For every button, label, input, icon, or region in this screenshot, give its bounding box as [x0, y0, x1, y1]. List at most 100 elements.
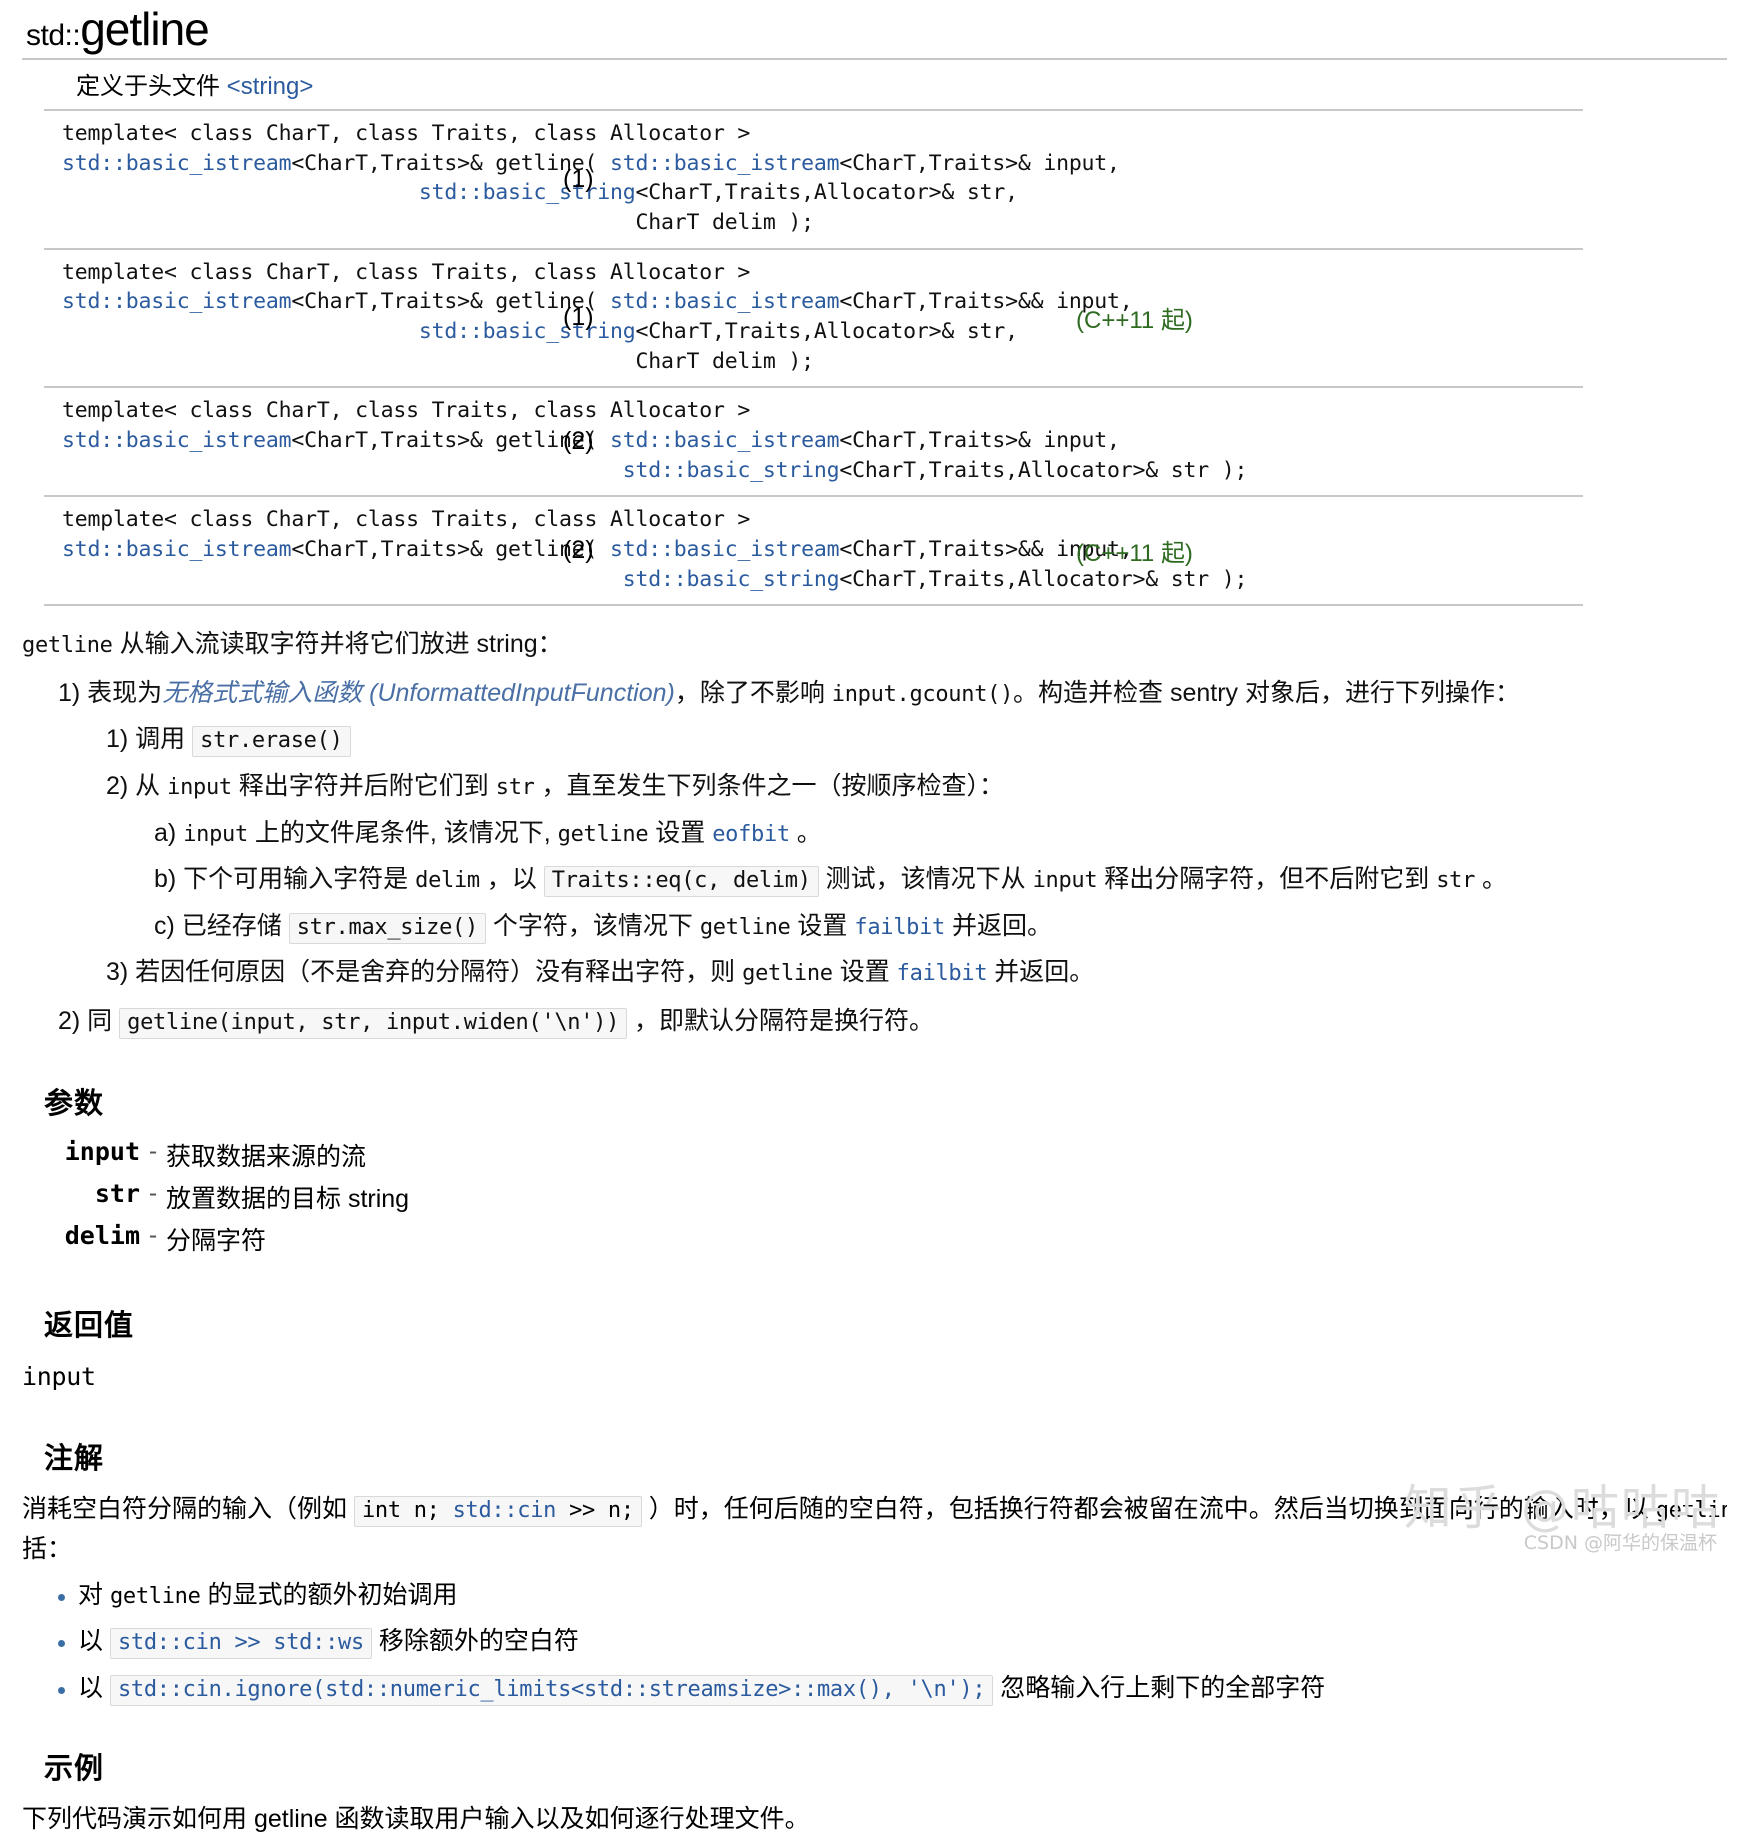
str-max-size-code: str.max_size() [288, 912, 486, 944]
item1-suffix: 。构造并检查 sentry 对象后，进行下列操作： [1013, 678, 1521, 707]
return-value-heading: 返回值 [44, 1309, 135, 1342]
decl-template-line: template< class CharT, class Traits, cla… [62, 121, 751, 146]
description-item-1-1: 1) 调用 str.erase() [106, 723, 1727, 758]
parameters-table: input - 获取数据来源的流 str - 放置数据的目标 string de… [22, 1134, 409, 1260]
decl-template-line: template< class CharT, class Traits, cla… [62, 259, 751, 285]
description-item-3: 3) 若因任何原因（不是舍弃的分隔符）没有释出字符，则 getline 设置 f… [106, 956, 1727, 989]
item-b-input: input [1032, 868, 1098, 894]
decl-template-line: template< class CharT, class Traits, cla… [62, 507, 751, 533]
item1-2-str: str [495, 774, 535, 800]
csdn-watermark: CSDN @阿华的保温杯 [1523, 1532, 1717, 1554]
list-item: 对 getline 的显式的额外初始调用 [58, 1580, 1727, 1610]
failbit-link[interactable]: failbit [854, 915, 945, 940]
param-dash: - [148, 1220, 158, 1249]
decl-return-type-link[interactable]: std::basic_istream [62, 151, 292, 176]
param-description: 放置数据的目标 string [166, 1184, 410, 1213]
list-item: 以 std::cin >> std::ws 移除额外的空白符 [58, 1626, 1727, 1660]
intro-text: 从输入流读取字符并将它们放进 string： [112, 630, 563, 659]
declaration-signature: template< class CharT, class Traits, cla… [44, 248, 1133, 389]
bullet-2-tail: 忽略输入行上剩下的全部字符 [993, 1673, 1326, 1702]
header-file-link[interactable]: <string> [227, 73, 314, 100]
decl-arg2-tail: <CharT,Traits,Allocator>& str, [635, 318, 1019, 344]
decl-arg2-tail: <CharT,Traits,Allocator>& str ); [839, 566, 1248, 592]
item-c-getline: getline [699, 914, 791, 940]
std-cin-ws-code: std::cin >> std::ws [109, 1628, 372, 1660]
description-item-2: 2) 同 getline(input, str, input.widen('\n… [58, 1005, 1727, 1039]
param-description: 分隔字符 [166, 1226, 267, 1255]
item-b-str: str [1436, 868, 1476, 894]
bullet-1-tail: 移除额外的空白符 [371, 1627, 579, 1656]
int-cin-code: int n; std::cin >> n; [353, 1496, 642, 1527]
unformatted-input-function-link[interactable]: 无格式式输入函数 (UnformattedInputFunction) [162, 679, 675, 707]
item-a-mid2: 设置 [648, 818, 713, 847]
example-heading: 示例 [44, 1753, 105, 1786]
traits-eq-code: Traits::eq(c, delim) [543, 866, 819, 898]
item3-getline: getline [742, 961, 833, 987]
item1-2-suffix: ，直至发生下列条件之一（按顺序检查）： [534, 771, 1005, 800]
bullet-1-prefix: 以 [78, 1627, 110, 1656]
page-root: std::getline 定义于头文件 <string> template< c… [0, 0, 1749, 1833]
notes-para-prefix: 消耗空白符分隔的输入（例如 [22, 1495, 354, 1524]
item1-2-input: input [167, 774, 232, 800]
item3-mid: 设置 [832, 958, 897, 987]
bullet-0-mono: getline [109, 1584, 201, 1610]
str-erase-code: str.erase() [192, 726, 351, 758]
decl-template-line: template< class CharT, class Traits, cla… [62, 398, 751, 424]
declaration-row: template< class CharT, class Traits, cla… [44, 248, 1583, 389]
declaration-since [1070, 110, 1583, 250]
decl-arg2-type-link[interactable]: std::basic_string [623, 567, 840, 592]
parameters-heading: 参数 [44, 1087, 105, 1120]
declaration-signature: template< class CharT, class Traits, cla… [44, 387, 1247, 498]
failbit-link[interactable]: failbit [897, 961, 988, 986]
decl-arg1-type-link[interactable]: std::basic_istream [610, 428, 840, 453]
table-row: input - 获取数据来源的流 [22, 1134, 409, 1176]
page-title: std::getline [22, 0, 1727, 52]
description-section: getline 从输入流读取字符并将它们放进 string： 1) 表现为无格式… [22, 628, 1727, 1039]
item1-prefix: 1) 表现为 [58, 678, 163, 707]
getline-widen-code: getline(input, str, input.widen('\n')) [119, 1007, 628, 1039]
item-b-prefix: b) 下个可用输入字符是 [154, 865, 416, 894]
defined-in-header: 定义于头文件 <string> [44, 60, 1583, 111]
decl-return-type-link[interactable]: std::basic_istream [62, 428, 292, 453]
list-item: 以 std::cin.ignore(std::numeric_limits<st… [58, 1673, 1727, 1706]
decl-arg1-type-link[interactable]: std::basic_istream [610, 537, 840, 562]
decl-arg2-type-link[interactable]: std::basic_string [419, 319, 636, 344]
item-b-delim: delim [415, 868, 480, 894]
param-dash: - [148, 1178, 158, 1207]
declaration-header-row: 定义于头文件 <string> [44, 60, 1583, 111]
item-a-prefix: a) [154, 818, 184, 847]
declaration-row: template< class CharT, class Traits, cla… [44, 110, 1583, 250]
decl-arg3: CharT delim ); [635, 209, 814, 235]
param-name: str [94, 1178, 140, 1208]
item-c-prefix: c) 已经存储 [154, 911, 289, 940]
bullet-0-prefix: 对 [78, 1581, 110, 1610]
item-a-mid: 上的文件尾条件, 该情况下, [247, 818, 558, 847]
description-item-a: a) input 上的文件尾条件, 该情况下, getline 设置 eofbi… [154, 817, 1727, 850]
decl-arg2-tail: <CharT,Traits,Allocator>& str ); [839, 457, 1248, 483]
decl-arg2-type-link[interactable]: std::basic_string [623, 458, 840, 483]
item-c-mid: 个字符，该情况下 [485, 911, 700, 940]
description-item-1: 1) 表现为无格式式输入函数 (UnformattedInputFunction… [58, 677, 1727, 710]
code-shift-n: >> n; [556, 1498, 634, 1524]
item-a-input: input [183, 821, 248, 847]
decl-arg1-type-link[interactable]: std::basic_istream [610, 289, 840, 314]
decl-arg2-type-link[interactable]: std::basic_string [419, 180, 636, 205]
declaration-signature: template< class CharT, class Traits, cla… [44, 110, 1120, 250]
item-b-mid3: 释出分隔字符，但不后附它到 [1097, 865, 1437, 894]
decl-return-type-link[interactable]: std::basic_istream [62, 289, 292, 314]
code-int-n: int n; [361, 1498, 440, 1524]
item1-mid: ，除了不影响 [674, 678, 832, 707]
bullet-2-prefix: 以 [78, 1673, 110, 1702]
decl-arg1-type-link[interactable]: std::basic_istream [610, 151, 840, 176]
bullet-0-post: 的显式的额外初始调用 [200, 1581, 458, 1610]
declaration-since: (C++11 起) [1070, 248, 1583, 389]
decl-return-type-link[interactable]: std::basic_istream [62, 537, 292, 562]
item1-2-mid: 释出字符并后附它们到 [231, 771, 496, 800]
param-name: input [64, 1136, 140, 1166]
description-item-1-2: 2) 从 input 释出字符并后附它们到 str ，直至发生下列条件之一（按顺… [106, 770, 1727, 803]
eofbit-link[interactable]: eofbit [712, 822, 790, 847]
decl-arg3: CharT delim ); [635, 348, 814, 374]
return-value-text: input [22, 1361, 96, 1391]
item-a-getline: getline [557, 821, 649, 847]
declaration-row: template< class CharT, class Traits, cla… [44, 496, 1583, 607]
